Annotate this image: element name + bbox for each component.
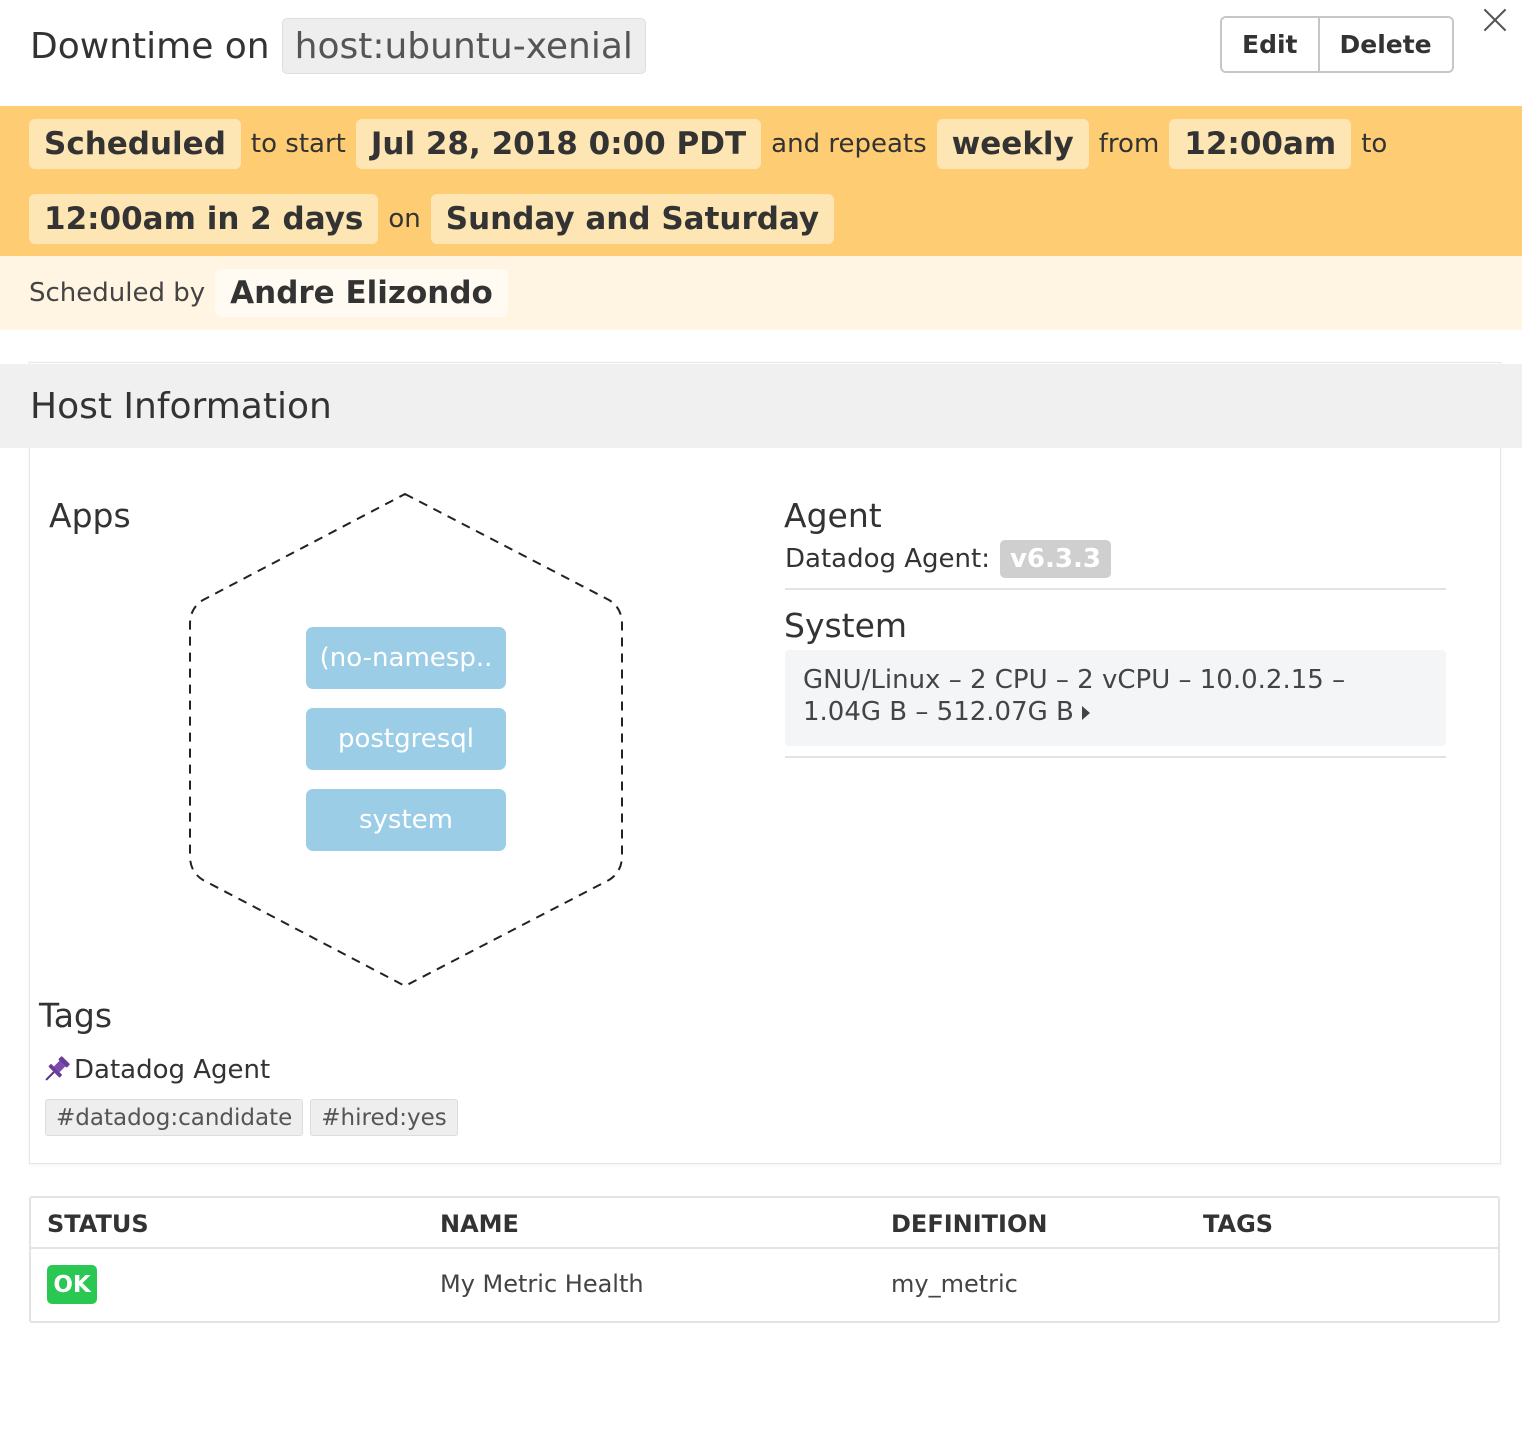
status-badge: Scheduled [29, 119, 241, 169]
divider [785, 588, 1446, 590]
app-pill[interactable]: (no-namesp.. [306, 627, 506, 689]
schedule-summary: Scheduled to start Jul 28, 2018 0:00 PDT… [0, 106, 1522, 256]
from-time: 12:00am [1169, 119, 1352, 169]
schedule-text: from [1098, 129, 1160, 159]
repeat-frequency: weekly [936, 119, 1089, 169]
monitor-name[interactable]: My Metric Health [440, 1270, 644, 1298]
scheduled-by-user: Andre Elizondo [215, 269, 508, 317]
schedule-text: and repeats [771, 129, 927, 159]
monitors-table: STATUS NAME DEFINITION TAGS OK My Metric… [29, 1196, 1500, 1323]
tag-chip[interactable]: #hired:yes [310, 1099, 458, 1136]
agent-label: Datadog Agent: [785, 544, 990, 574]
host-info-title: Host Information [0, 364, 1522, 448]
system-info[interactable]: GNU/Linux – 2 CPU – 2 vCPU – 10.0.2.15 –… [785, 650, 1446, 746]
host-name-badge[interactable]: host:ubuntu-xenial [281, 18, 646, 74]
schedule-text: on [388, 204, 421, 234]
column-header-definition[interactable]: DEFINITION [891, 1210, 1047, 1238]
page-title-label: Downtime on [30, 25, 270, 67]
app-pill[interactable]: system [306, 789, 506, 851]
scheduled-by: Scheduled by Andre Elizondo [0, 256, 1522, 330]
monitor-definition: my_metric [891, 1270, 1018, 1298]
divider [785, 756, 1446, 758]
system-info-text: 1.04G B – 512.07G B [803, 697, 1074, 727]
column-header-name[interactable]: NAME [440, 1210, 519, 1238]
scheduled-by-label: Scheduled by [29, 278, 206, 308]
action-button-group: Edit Delete [1220, 16, 1454, 73]
status-badge: OK [47, 1265, 97, 1304]
schedule-line-2: 12:00am in 2 days on Sunday and Saturday [29, 194, 835, 244]
system-title: System [784, 606, 908, 645]
schedule-text: to start [250, 129, 346, 159]
agent-info: Datadog Agent: v6.3.3 [785, 540, 1111, 578]
schedule-line-1: Scheduled to start Jul 28, 2018 0:00 PDT… [29, 119, 1397, 169]
tag-source-label: Datadog Agent [74, 1055, 271, 1085]
page-title: Downtime on host:ubuntu-xenial [30, 18, 646, 74]
tag-source: Datadog Agent [40, 1050, 270, 1090]
schedule-text: to [1361, 129, 1388, 159]
agent-title: Agent [784, 496, 882, 535]
tag-chip[interactable]: #datadog:candidate [45, 1099, 304, 1136]
system-info-line: GNU/Linux – 2 CPU – 2 vCPU – 10.0.2.15 – [803, 665, 1346, 695]
edit-button[interactable]: Edit [1222, 18, 1318, 71]
apps-title: Apps [49, 496, 131, 535]
system-info-line: 1.04G B – 512.07G B [803, 696, 1428, 728]
to-time: 12:00am in 2 days [29, 194, 379, 244]
repeat-days: Sunday and Saturday [430, 194, 835, 244]
pin-icon [45, 1056, 70, 1081]
app-pill[interactable]: postgresql [306, 708, 506, 770]
column-header-tags[interactable]: TAGS [1203, 1210, 1273, 1238]
tags-title: Tags [39, 996, 113, 1035]
start-time: Jul 28, 2018 0:00 PDT [355, 119, 762, 169]
table-divider [31, 1247, 1498, 1249]
agent-version-badge: v6.3.3 [999, 540, 1111, 578]
delete-button[interactable]: Delete [1317, 18, 1452, 71]
tag-list: #datadog:candidate #hired:yes [45, 1099, 458, 1136]
column-header-status[interactable]: STATUS [47, 1210, 149, 1238]
close-icon[interactable] [1478, 2, 1512, 36]
caret-right-icon[interactable] [1081, 705, 1090, 720]
